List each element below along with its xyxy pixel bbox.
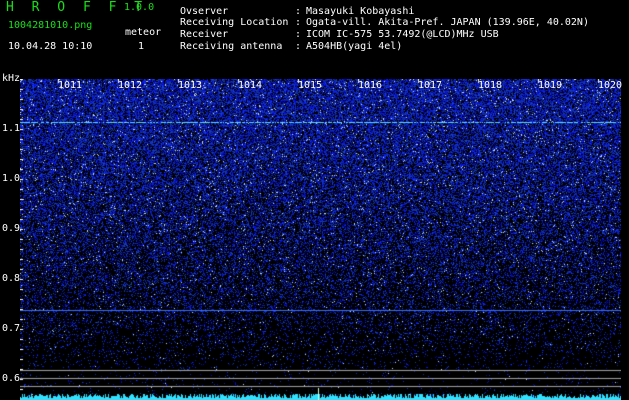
antenna-label: Receiving antenna [180,41,283,52]
y-tick-label: 1.0 [2,173,21,184]
x-tick-label: 1017 [418,80,443,91]
filename-label: 1004281010.png [8,20,93,31]
x-tick-label: 1020 [598,80,623,91]
y-unit-label: kHz [2,73,21,84]
meteor-count: 1 [138,41,145,52]
y-tick-label: 0.8 [2,273,21,284]
x-tick-label: 1019 [538,80,563,91]
meteor-label: meteor [125,27,162,38]
y-tick-label: 0.9 [2,223,21,234]
x-tick-label: 1014 [238,80,263,91]
y-tick-label: 0.7 [2,323,21,334]
receiver-label: Receiver [180,29,229,40]
antenna-value: A504HB(yagi 4el) [306,41,403,52]
x-tick-label: 1013 [178,80,203,91]
receiver-value: ICOM IC-575 53.7492(@LCD)MHz USB [306,29,499,40]
info-colon: : [295,41,302,52]
x-tick-label: 1016 [358,80,383,91]
x-tick-label: 1018 [478,80,503,91]
info-colon: : [295,6,302,17]
datetime-label: 10.04.28 10:10 [8,41,93,52]
location-value: Ogata-vill. Akita-Pref. JAPAN (139.96E, … [306,17,589,28]
y-tick-label: 0.6 [2,373,21,384]
info-colon: : [295,17,302,28]
observer-label: Ovserver [180,6,229,17]
location-label: Receiving Location [180,17,289,28]
info-colon: : [295,29,302,40]
observer-value: Masayuki Kobayashi [306,6,415,17]
x-tick-label: 1012 [118,80,143,91]
version-label: 1.0.0 [124,2,155,13]
y-tick-label: 1.1 [2,123,21,134]
spectrogram [20,79,621,400]
x-tick-label: 1015 [298,80,323,91]
x-tick-label: 1011 [58,80,83,91]
